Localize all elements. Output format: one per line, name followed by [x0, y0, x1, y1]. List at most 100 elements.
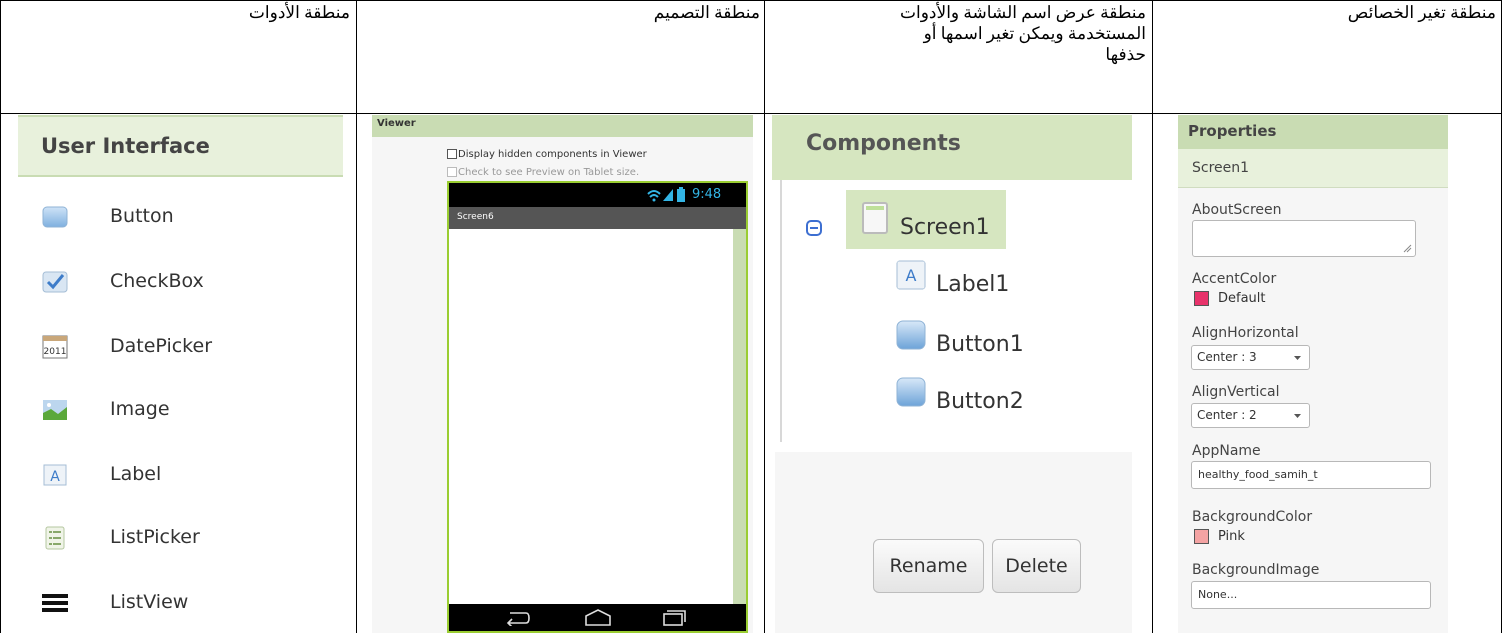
tree-item-label: Screen1 [900, 215, 990, 240]
properties-title-bar: Properties [1178, 115, 1448, 149]
back-icon[interactable] [504, 610, 530, 626]
tablet-preview-text: Check to see Preview on Tablet size. [458, 167, 640, 178]
datepicker-icon-text: 2011 [44, 347, 67, 357]
palette-item-listview[interactable]: ListView [38, 583, 338, 623]
table-col-divider-2 [764, 0, 765, 633]
phone-scrollbar[interactable] [733, 229, 746, 604]
phone-screen-title: Screen6 [457, 212, 494, 222]
header-components-line1: منطقة عرض اسم الشاشة والأدوات [900, 3, 1146, 22]
palette-item-label: Button [110, 205, 174, 227]
tablet-preview-checkbox[interactable]: Check to see Preview on Tablet size. [447, 167, 639, 178]
background-image-field[interactable]: None... [1191, 581, 1431, 609]
background-image-label: BackgroundImage [1192, 562, 1320, 578]
hidden-components-checkbox[interactable]: Display hidden components in Viewer [447, 149, 647, 160]
palette-item-listpicker[interactable]: ListPicker [38, 518, 338, 558]
palette-item-label: Image [110, 398, 170, 420]
hidden-components-text: Display hidden components in Viewer [458, 149, 647, 160]
components-title-bar: Components [772, 115, 1132, 180]
dropdown-arrow-icon [1294, 356, 1301, 360]
phone-status-bar: 9:48 [449, 183, 746, 207]
viewer-title-bar: Viewer [372, 115, 753, 137]
phone-preview: 9:48 Screen6 [447, 181, 748, 633]
phone-title-bar: Screen6 [449, 207, 746, 229]
align-horizontal-select[interactable]: Center : 3 [1191, 345, 1310, 370]
palette-item-label: ListPicker [110, 526, 200, 548]
table-border-left [0, 0, 1, 633]
palette-item-label: ListView [110, 591, 189, 613]
battery-icon [677, 187, 685, 202]
background-color-label: BackgroundColor [1192, 509, 1313, 525]
palette-title[interactable]: User Interface [18, 115, 343, 177]
palette-item-label: CheckBox [110, 270, 204, 292]
properties-screen-text: Screen1 [1192, 160, 1250, 176]
palette-item-checkbox[interactable]: CheckBox [38, 262, 338, 302]
background-color-value[interactable]: Pink [1218, 529, 1245, 544]
header-components-line2: المستخدمة ويمكن تغير اسمها أو [923, 24, 1146, 43]
phone-nav-bar [449, 604, 746, 631]
label-icon: A [43, 464, 67, 486]
button-icon [896, 320, 926, 350]
tree-item-label: Label1 [936, 272, 1010, 297]
checkbox-square[interactable] [447, 167, 457, 177]
button-icon [896, 377, 926, 407]
tree-label-icon-letter: A [906, 266, 917, 285]
app-name-label: AppName [1192, 443, 1261, 459]
about-screen-field[interactable] [1192, 220, 1416, 257]
palette-item-datepicker[interactable]: 2011 DatePicker [38, 327, 338, 367]
accent-color-label: AccentColor [1192, 271, 1277, 287]
tree-item-label1[interactable]: A Label1 [896, 260, 1076, 304]
delete-button[interactable]: Delete [992, 539, 1081, 593]
rename-button[interactable]: Rename [873, 539, 984, 593]
image-icon [43, 400, 67, 420]
align-horizontal-label: AlignHorizontal [1192, 325, 1299, 341]
app-name-field[interactable]: healthy_food_samih_t [1191, 461, 1431, 489]
table-header-divider [0, 113, 1502, 114]
listview-icon [42, 594, 68, 612]
background-color-swatch[interactable] [1194, 529, 1209, 544]
header-properties: منطقة تغير الخصائص [1347, 3, 1496, 22]
screen-icon [862, 202, 888, 234]
button-icon [42, 206, 68, 228]
properties-panel [1178, 115, 1448, 633]
table-col-divider-1 [356, 0, 357, 633]
palette-item-label: DatePicker [110, 335, 213, 357]
palette-item-label: Label [110, 463, 162, 485]
header-components-line3: حذفها [1105, 45, 1146, 64]
palette-item-button[interactable]: Button [38, 197, 338, 237]
tree-item-button1[interactable]: Button1 [896, 320, 1076, 364]
about-screen-label: AboutScreen [1192, 202, 1282, 218]
header-components: منطقة عرض اسم الشاشة والأدوات المستخدمة … [770, 2, 1146, 65]
wifi-icon [647, 190, 661, 202]
recent-apps-icon[interactable] [662, 609, 686, 626]
accent-color-value[interactable]: Default [1218, 291, 1266, 306]
table-col-divider-3 [1152, 0, 1153, 633]
properties-title: Properties [1188, 122, 1277, 140]
collapse-icon[interactable] [806, 220, 822, 236]
header-design: منطقة التصميم [653, 3, 760, 22]
datepicker-icon: 2011 [42, 335, 68, 359]
label-icon: A [896, 260, 926, 290]
tree-item-screen1[interactable]: Screen1 [846, 190, 1006, 249]
resize-handle-icon[interactable] [1403, 244, 1412, 253]
align-vertical-value: Center : 2 [1197, 408, 1257, 422]
align-vertical-label: AlignVertical [1192, 384, 1280, 400]
home-icon[interactable] [584, 609, 612, 626]
screen-icon-topbar [866, 206, 884, 210]
align-horizontal-value: Center : 3 [1197, 350, 1257, 364]
listpicker-icon [45, 526, 65, 550]
palette-item-image[interactable]: Image [38, 390, 338, 430]
viewer-title: Viewer [377, 118, 416, 129]
label-icon-letter: A [50, 469, 60, 485]
checkbox-icon [42, 271, 68, 293]
palette-item-label[interactable]: A Label [38, 455, 338, 495]
checkbox-square[interactable] [447, 149, 457, 159]
signal-icon [663, 189, 673, 201]
status-time: 9:48 [692, 187, 722, 202]
accent-color-swatch[interactable] [1194, 291, 1209, 306]
properties-screen-name: Screen1 [1178, 149, 1448, 188]
align-vertical-select[interactable]: Center : 2 [1191, 403, 1310, 428]
palette-title-text: User Interface [41, 134, 210, 158]
tree-item-label: Button1 [936, 332, 1024, 357]
tree-item-button2[interactable]: Button2 [896, 377, 1076, 421]
dropdown-arrow-icon [1294, 414, 1301, 418]
